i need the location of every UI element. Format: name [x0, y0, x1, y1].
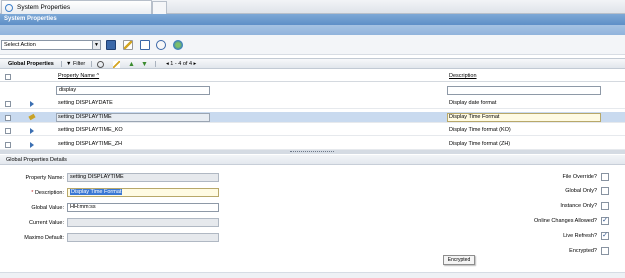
arrow-down-icon[interactable]: ▼ — [141, 61, 148, 68]
live-refresh-label: Live Refresh? — [563, 233, 597, 239]
table-header: Property Name ^ Description — [0, 71, 625, 82]
divider — [155, 61, 156, 67]
property-name-cell: setting DISPLAYDATE — [58, 100, 113, 106]
toolbar: Select Action ▼ — [0, 35, 625, 55]
maximo-default-field — [67, 233, 219, 242]
table-row-selected[interactable]: setting DISPLAYTIME Display Time Format — [0, 112, 625, 123]
splitter-grip[interactable] — [290, 151, 334, 152]
row-checkbox[interactable] — [5, 142, 11, 148]
file-override-checkbox[interactable] — [601, 173, 609, 181]
property-name-label: Property Name: — [25, 175, 64, 181]
details-title: Global Properties Details — [6, 157, 67, 163]
global-only-checkbox[interactable] — [601, 187, 609, 195]
app-title-bar: System Properties — [0, 14, 625, 25]
edit-row-icon[interactable] — [28, 113, 36, 121]
system-properties-app: System Properties System Properties Sele… — [0, 0, 625, 278]
save-icon[interactable] — [106, 40, 116, 50]
app-title: System Properties — [4, 16, 57, 22]
instance-only-label: Instance Only? — [560, 203, 597, 209]
current-value-field — [67, 218, 219, 227]
property-name-cell: setting DISPLAYTIME — [58, 114, 112, 120]
arrow-up-icon[interactable]: ▲ — [128, 61, 135, 68]
row-checkbox[interactable] — [5, 101, 11, 107]
maximo-default-label: Maximo Default: — [24, 235, 64, 241]
app-refresh-icon — [5, 3, 13, 12]
description-cell: Display date format — [449, 100, 497, 106]
filter-button[interactable]: ▼ Filter — [66, 59, 85, 69]
row-checkbox[interactable] — [5, 115, 11, 121]
new-tab-button[interactable] — [152, 1, 167, 14]
online-changes-label: Online Changes Allowed? — [534, 218, 597, 224]
divider — [61, 61, 62, 67]
view-icon[interactable] — [140, 40, 150, 50]
row-checkbox[interactable] — [5, 128, 11, 134]
details-header: Global Properties Details — [0, 155, 625, 165]
online-changes-checkbox[interactable]: ✓ — [601, 217, 609, 225]
column-header-property-name[interactable]: Property Name ^ — [58, 71, 99, 82]
table-row[interactable]: setting DISPLAYTIME_KO Display Time form… — [0, 125, 625, 136]
global-value-label: Global Value: — [31, 205, 64, 211]
global-value-value: HH:mm:ss — [70, 204, 96, 210]
property-name-cell: setting DISPLAYTIME_ZH — [58, 141, 123, 147]
description-field[interactable]: Display Time Format — [67, 188, 219, 197]
row-details-icon[interactable] — [30, 128, 34, 134]
tab-system-properties[interactable]: System Properties — [1, 0, 152, 14]
select-all-checkbox[interactable] — [5, 74, 11, 80]
instance-only-checkbox[interactable] — [601, 202, 609, 210]
pane-splitter[interactable] — [0, 150, 625, 154]
divider — [91, 61, 92, 67]
app-nav-bar — [0, 25, 625, 35]
description-cell: Display Time format (KO) — [449, 127, 511, 133]
search-icon[interactable] — [97, 61, 104, 68]
table-row[interactable]: setting DISPLAYTIME_ZH Display Time form… — [0, 139, 625, 150]
table-row[interactable]: setting DISPLAYDATE Display date format — [0, 98, 625, 109]
description-label-text: Description: — [34, 190, 64, 196]
column-header-description[interactable]: Description — [449, 71, 477, 82]
history-icon[interactable] — [156, 40, 166, 50]
pager-next-icon[interactable]: ▸ — [194, 61, 197, 67]
tab-label: System Properties — [17, 4, 71, 11]
property-name-cell: setting DISPLAYTIME_KO — [58, 127, 123, 133]
pager-prev-icon[interactable]: ◂ — [166, 61, 169, 67]
filter-value: display — [59, 87, 77, 93]
chevron-down-icon[interactable]: ▼ — [92, 41, 100, 49]
edit-icon[interactable] — [113, 61, 120, 68]
pager-count: 1 - 4 of 4 — [170, 61, 193, 67]
description-value: Display Time Format — [70, 189, 123, 195]
description-cell: Display Time format (ZH) — [449, 141, 511, 147]
select-action-dropdown[interactable]: Select Action ▼ — [1, 40, 101, 50]
description-filter-input[interactable] — [447, 86, 601, 95]
table-filter-row: display — [0, 85, 625, 96]
globe-icon[interactable] — [173, 40, 183, 50]
file-override-label: File Override? — [562, 174, 597, 180]
table-toolbar: Global Properties ▼ Filter ▲ ▼ ◂ 1 - 4 o… — [0, 58, 625, 69]
encrypted-tooltip: Encrypted — [443, 255, 475, 265]
current-value-label: Current Value: — [28, 220, 64, 226]
column-header-label: Property Name — [58, 73, 95, 79]
property-name-value: setting DISPLAYTIME — [70, 174, 124, 180]
footer-bar — [0, 272, 625, 278]
table-title: Global Properties — [8, 61, 54, 67]
live-refresh-checkbox[interactable]: ✓ — [601, 232, 609, 240]
pager: ◂ 1 - 4 of 4 ▸ — [166, 59, 196, 69]
global-value-field[interactable]: HH:mm:ss — [67, 203, 219, 212]
global-only-label: Global Only? — [565, 188, 597, 194]
edit-icon[interactable] — [123, 40, 133, 50]
property-name-filter-input[interactable]: display — [56, 86, 210, 95]
description-label: * Description: — [2, 190, 64, 196]
filter-label: Filter — [72, 61, 86, 67]
required-marker: * — [31, 190, 34, 196]
encrypted-label: Encrypted? — [569, 248, 597, 254]
property-name-field: setting DISPLAYTIME — [67, 173, 219, 182]
row-details-icon[interactable] — [30, 101, 34, 107]
description-cell: Display Time Format — [449, 114, 500, 120]
browser-tab-strip: System Properties — [0, 0, 625, 14]
encrypted-checkbox[interactable] — [601, 247, 609, 255]
select-action-label: Select Action — [4, 42, 36, 48]
row-details-icon[interactable] — [30, 142, 34, 148]
